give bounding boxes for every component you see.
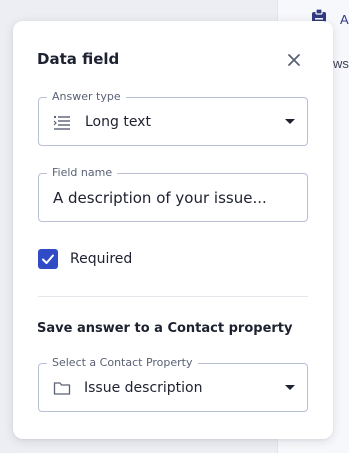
divider — [38, 296, 308, 297]
required-checkbox-row[interactable]: Required — [38, 249, 132, 269]
close-button[interactable] — [283, 49, 305, 71]
contact-property-value: Issue description — [84, 380, 203, 396]
folder-icon — [53, 379, 71, 397]
long-text-icon — [53, 113, 71, 131]
field-name-legend: Field name — [47, 166, 118, 180]
data-field-dialog: Data field Answer type Long text Field n… — [13, 21, 333, 439]
field-name-input[interactable]: Field name A description of your issue..… — [38, 166, 308, 222]
contact-property-legend: Select a Contact Property — [47, 356, 198, 370]
dialog-title: Data field — [37, 50, 120, 68]
chevron-down-icon — [285, 119, 295, 124]
chevron-down-icon — [285, 385, 295, 390]
contact-property-select[interactable]: Select a Contact Property Issue descript… — [38, 356, 308, 412]
answer-type-value: Long text — [85, 114, 151, 130]
close-icon — [288, 54, 300, 66]
answer-type-legend: Answer type — [47, 90, 126, 104]
contact-property-heading: Save answer to a Contact property — [37, 321, 293, 336]
answer-type-select[interactable]: Answer type Long text — [38, 90, 308, 146]
required-checkbox[interactable] — [38, 249, 58, 269]
required-label: Required — [70, 251, 133, 267]
field-name-value: A description of your issue... — [53, 189, 267, 207]
background-row-text: ws — [333, 56, 349, 71]
background-header-text: A — [340, 12, 349, 27]
checkmark-icon — [42, 254, 54, 264]
